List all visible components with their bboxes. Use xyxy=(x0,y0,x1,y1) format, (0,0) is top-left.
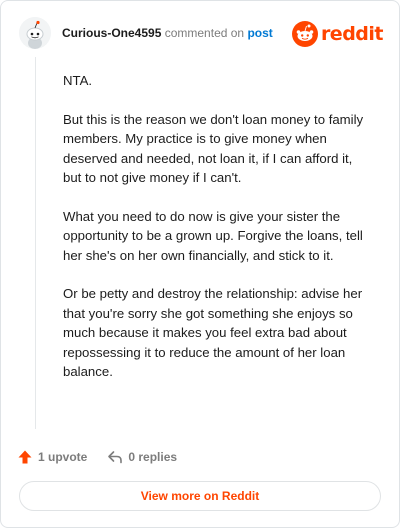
comment-action-text: commented on xyxy=(164,26,245,40)
snoo-avatar-icon[interactable] xyxy=(19,17,51,49)
replies-count: 0 replies xyxy=(128,450,178,464)
reddit-wordmark: reddit xyxy=(320,23,384,45)
comment-embed-card: Curious-One4595 commented on post reddit… xyxy=(0,0,400,528)
upvote-button[interactable]: 1 upvote xyxy=(17,449,87,465)
reddit-logo[interactable]: reddit xyxy=(291,21,384,47)
comment-author[interactable]: Curious-One4595 xyxy=(62,26,161,40)
comment-paragraph: But this is the reason we don't loan mon… xyxy=(63,111,364,186)
comment-actions: 1 upvote 0 replies xyxy=(17,447,177,467)
reply-arrow-icon xyxy=(108,451,123,464)
comment-paragraph: Or be petty and destroy the relationship… xyxy=(63,286,363,379)
thread-line xyxy=(35,57,36,429)
upvote-count: 1 upvote xyxy=(38,450,88,464)
replies-button[interactable]: 0 replies xyxy=(107,449,177,465)
comment-paragraph: What you need to do now is give your sis… xyxy=(63,208,363,263)
view-more-button[interactable]: View more on Reddit xyxy=(19,481,381,511)
comment-paragraph: NTA. xyxy=(63,73,93,88)
comment-header: Curious-One4595 commented on post reddit xyxy=(19,17,385,51)
comment-meta: Curious-One4595 commented on post xyxy=(62,26,273,40)
post-link[interactable]: post xyxy=(247,26,272,40)
comment-body: NTA. But this is the reason we don't loa… xyxy=(63,71,373,401)
upvote-arrow-icon xyxy=(18,450,32,464)
reddit-logo-icon xyxy=(291,21,318,47)
